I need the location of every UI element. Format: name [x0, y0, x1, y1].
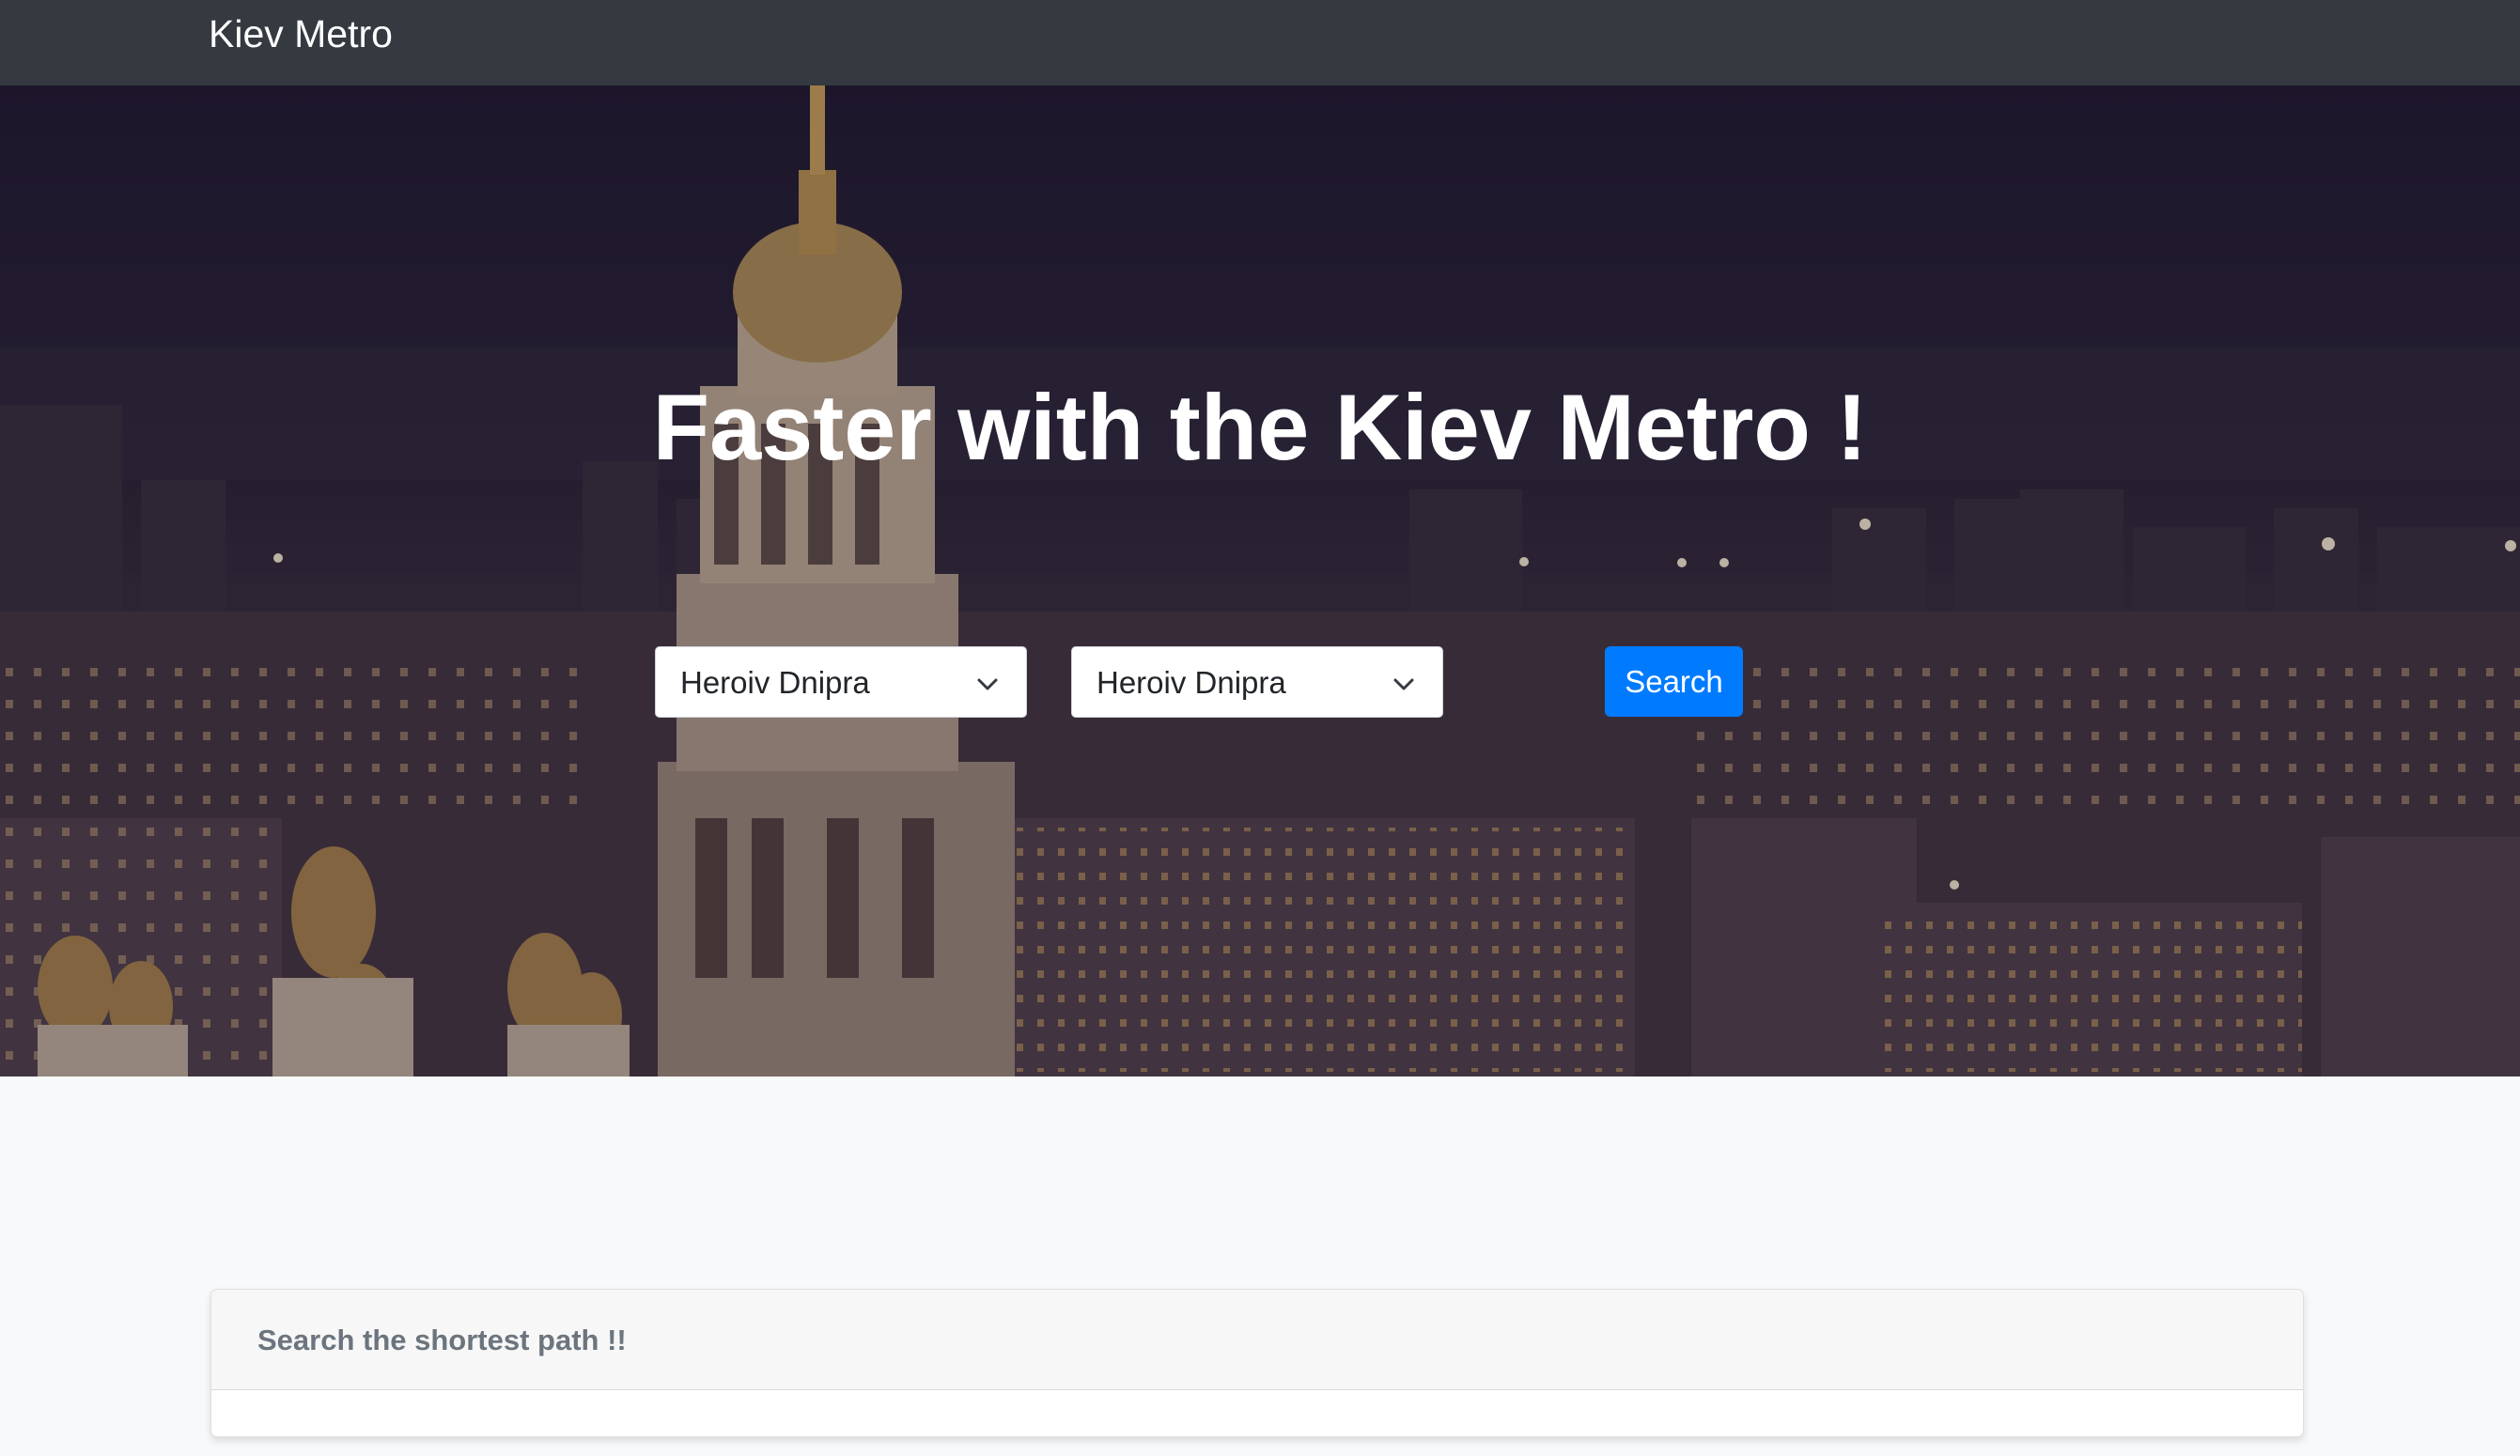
- hero-banner: [0, 85, 2520, 1077]
- from-station-selected-value: Heroiv Dnipra: [680, 665, 870, 700]
- shortest-path-card: Search the shortest path !!: [210, 1289, 2304, 1437]
- navbar-brand[interactable]: Kiev Metro: [209, 9, 393, 58]
- search-button[interactable]: Search: [1605, 646, 1743, 717]
- card-header: Search the shortest path !!: [211, 1290, 2303, 1390]
- from-station-select[interactable]: Heroiv Dnipra: [655, 646, 1027, 718]
- chevron-down-icon: [977, 678, 998, 690]
- hero-title: Faster with the Kiev Metro !: [652, 375, 1868, 479]
- top-navbar: Kiev Metro: [0, 0, 2520, 85]
- chevron-down-icon: [1393, 678, 1414, 690]
- hero-dark-overlay: [0, 85, 2520, 1077]
- to-station-selected-value: Heroiv Dnipra: [1097, 665, 1286, 700]
- to-station-select[interactable]: Heroiv Dnipra: [1071, 646, 1443, 718]
